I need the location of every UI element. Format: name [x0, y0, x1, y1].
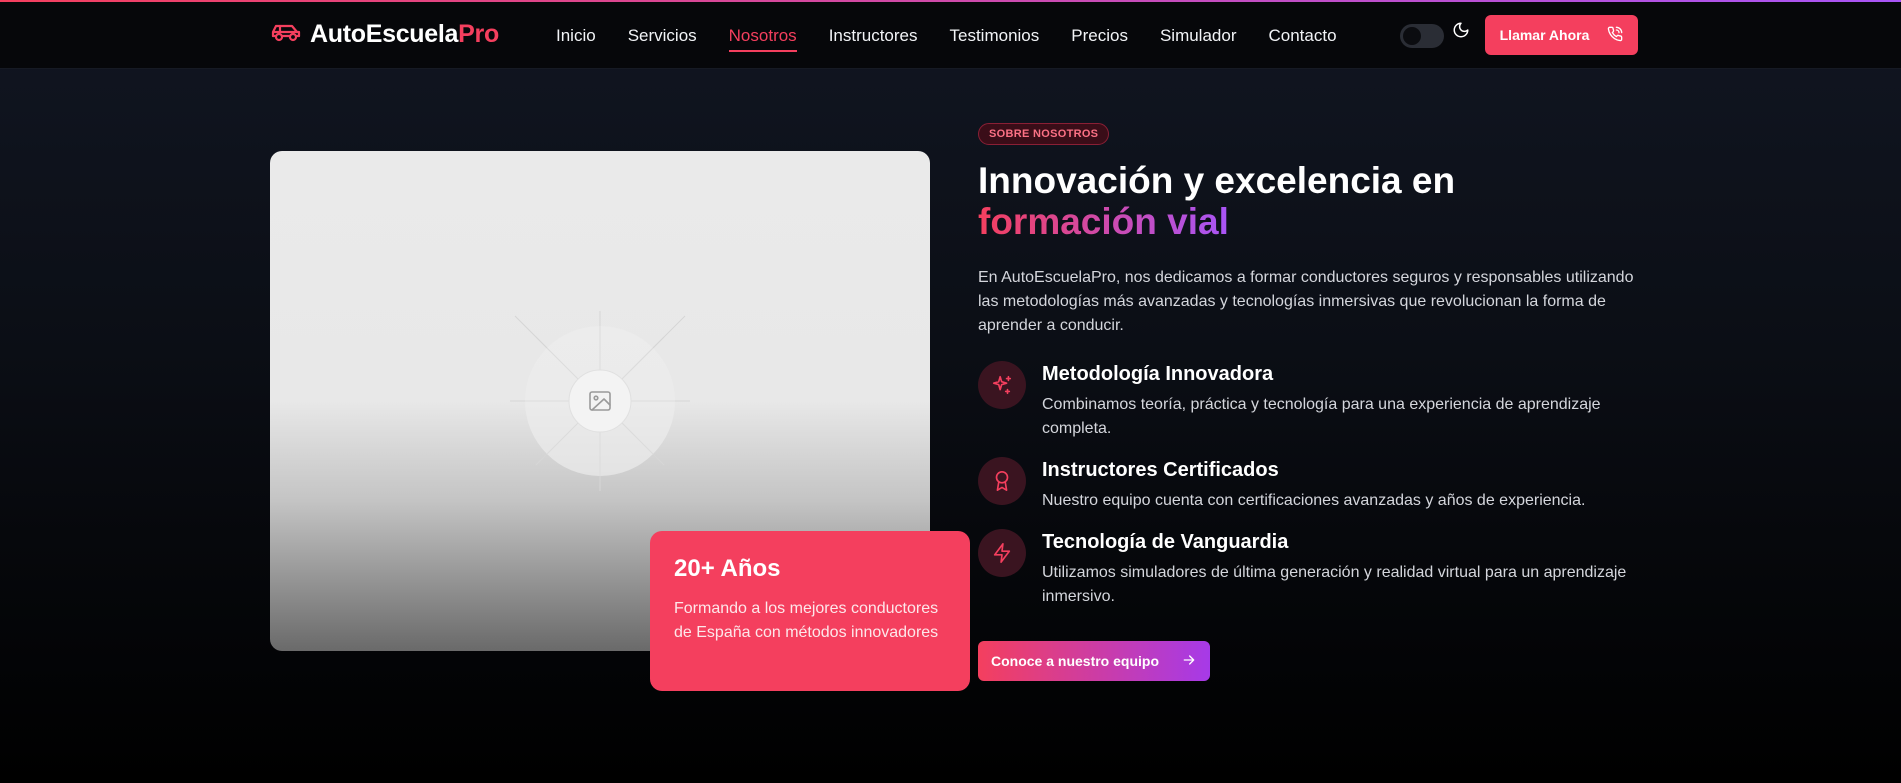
nav-item-testimonios[interactable]: Testimonios [950, 20, 1040, 52]
toggle-knob [1403, 27, 1421, 45]
nav-item-precios[interactable]: Precios [1071, 20, 1128, 52]
feature-title: Tecnología de Vanguardia [1042, 531, 1289, 553]
arrow-right-icon [1181, 652, 1197, 671]
sparkles-icon [978, 361, 1026, 409]
call-now-button[interactable]: Llamar Ahora [1485, 15, 1638, 55]
section-description: En AutoEscuelaPro, nos dedicamos a forma… [978, 269, 1634, 334]
award-icon [978, 457, 1026, 505]
feature-title: Instructores Certificados [1042, 459, 1279, 481]
moon-icon [1452, 21, 1470, 39]
feature-description: Nuestro equipo cuenta con certificacione… [1042, 492, 1586, 509]
nav-item-contacto[interactable]: Contacto [1269, 20, 1337, 52]
car-icon [270, 21, 302, 48]
nav-item-inicio[interactable]: Inicio [556, 20, 596, 52]
zap-icon [978, 529, 1026, 577]
nav-item-servicios[interactable]: Servicios [628, 20, 697, 52]
phone-call-icon [1607, 26, 1623, 45]
section-title: Innovación y excelencia en formación via… [978, 160, 1678, 242]
feature-title: Metodología Innovadora [1042, 363, 1274, 385]
feature-description: Combinamos teoría, práctica y tecnología… [1042, 396, 1601, 437]
call-button-label: Llamar Ahora [1499, 27, 1590, 43]
main-nav: Inicio Servicios Nosotros Instructores T… [556, 2, 1337, 69]
feature-description: Utilizamos simuladores de última generac… [1042, 564, 1627, 605]
nav-item-nosotros[interactable]: Nosotros [728, 20, 797, 52]
experience-stat-card: 20+ Años Formando a los mejores conducto… [650, 531, 970, 691]
section-badge: SOBRE NOSOTROS [978, 123, 1110, 145]
title-line-1: Innovación y excelencia en [978, 160, 1456, 201]
stat-title: 20+ Años [674, 555, 781, 582]
logo[interactable]: AutoEscuelaPro [270, 20, 499, 49]
title-highlight: formación vial [978, 201, 1229, 242]
theme-toggle[interactable] [1400, 24, 1444, 48]
nav-item-instructores[interactable]: Instructores [829, 20, 918, 52]
logo-text: AutoEscuelaPro [310, 20, 499, 48]
nav-item-simulador[interactable]: Simulador [1160, 20, 1237, 52]
site-header: AutoEscuelaPro Inicio Servicios Nosotros… [0, 2, 1901, 69]
meet-team-button[interactable]: Conoce a nuestro equipo [978, 641, 1210, 681]
stat-description: Formando a los mejores conductores de Es… [674, 600, 939, 641]
cta-label: Conoce a nuestro equipo [990, 653, 1159, 669]
